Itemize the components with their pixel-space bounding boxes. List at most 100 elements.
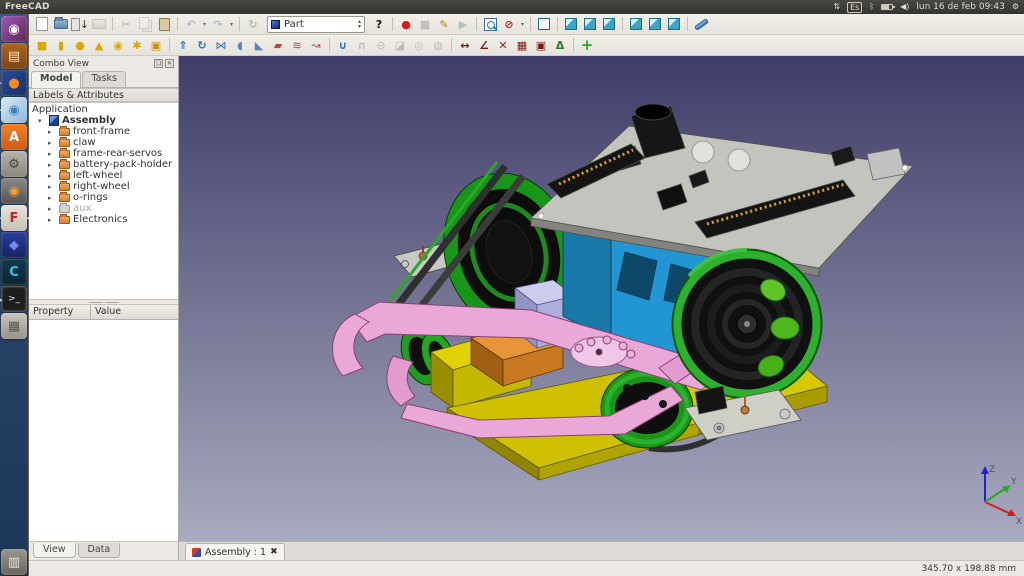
macro-play-button[interactable]: ▶ xyxy=(454,15,472,33)
workbench-selector[interactable]: Part ▴ ▾ xyxy=(267,16,365,33)
measure-angular-button[interactable]: ∠ xyxy=(475,36,493,54)
battery-icon[interactable] xyxy=(881,4,893,10)
launcher-item-dash[interactable]: ◉ xyxy=(1,16,27,42)
open-document-button[interactable] xyxy=(52,15,70,33)
expand-arrow-icon[interactable]: ▾ xyxy=(38,117,46,125)
refresh-button[interactable]: ↻ xyxy=(244,15,262,33)
view-front-button[interactable] xyxy=(562,15,580,33)
launcher-item-freecad[interactable]: ▸ F ◂ xyxy=(1,205,27,231)
part-primitives-button[interactable]: ✱ xyxy=(128,36,146,54)
part-cone-button[interactable]: ▲ xyxy=(90,36,108,54)
part-fillet-button[interactable]: ◖ xyxy=(231,36,249,54)
tree-item-left-wheel[interactable]: ▸ left-wheel xyxy=(29,170,178,181)
add-item-button[interactable]: + xyxy=(578,36,596,54)
expand-arrow-icon[interactable]: ▸ xyxy=(48,161,56,169)
launcher-item-firefox[interactable]: ▸ ● xyxy=(1,70,27,96)
launcher-item-app-a[interactable]: A xyxy=(1,124,27,150)
keyboard-layout-indicator[interactable]: Es xyxy=(847,2,862,13)
expand-arrow-icon[interactable]: ▸ xyxy=(48,183,56,191)
print-button[interactable] xyxy=(90,15,108,33)
draw-style-dropdown[interactable]: ▾ xyxy=(519,21,526,28)
macro-stop-button[interactable]: ■ xyxy=(416,15,434,33)
part-mirror-button[interactable]: ⋈ xyxy=(212,36,230,54)
clock[interactable]: lun 16 de feb 09:43 xyxy=(916,2,1004,12)
part-sweep-button[interactable]: ↝ xyxy=(307,36,325,54)
tab-close-icon[interactable]: ✖ xyxy=(270,547,278,557)
measure-toggle-all-button[interactable]: ▦ xyxy=(513,36,531,54)
mdi-tab-assembly[interactable]: Assembly : 1 ✖ xyxy=(185,543,285,560)
measure-toggle-delta-button[interactable]: Δ xyxy=(551,36,569,54)
draw-style-button[interactable]: ⊘ xyxy=(500,15,518,33)
tab-tasks[interactable]: Tasks xyxy=(82,71,125,87)
whats-this-button[interactable]: ? xyxy=(370,15,388,33)
measure-toggle-3d-button[interactable]: ▣ xyxy=(532,36,550,54)
part-shape-builder-button[interactable]: ▣ xyxy=(147,36,165,54)
part-thickness-button[interactable]: ◍ xyxy=(429,36,447,54)
expand-arrow-icon[interactable]: ▸ xyxy=(48,128,56,136)
expand-arrow-icon[interactable]: ▸ xyxy=(48,205,56,213)
view-top-button[interactable] xyxy=(581,15,599,33)
tree-item-o-rings[interactable]: ▸ o-rings xyxy=(29,192,178,203)
cut-button[interactable]: ✂ xyxy=(117,15,135,33)
view-right-button[interactable] xyxy=(600,15,618,33)
part-loft-button[interactable]: ≋ xyxy=(288,36,306,54)
panel-close-button[interactable]: ✕ xyxy=(165,59,174,68)
part-ruled-surface-button[interactable]: ▰ xyxy=(269,36,287,54)
launcher-item-terminal[interactable]: ▸ >_ xyxy=(1,286,27,312)
expand-arrow-icon[interactable]: ▸ xyxy=(48,150,56,158)
paste-button[interactable] xyxy=(155,15,173,33)
view-rear-button[interactable] xyxy=(627,15,645,33)
view-bottom-button[interactable] xyxy=(646,15,664,33)
macro-record-button[interactable]: ● xyxy=(397,15,415,33)
fit-all-button[interactable] xyxy=(481,15,499,33)
view-axonometric-button[interactable] xyxy=(535,15,553,33)
launcher-item-app-c[interactable]: C xyxy=(1,259,27,285)
expand-arrow-icon[interactable]: ▸ xyxy=(48,139,56,147)
undo-button[interactable]: ↶ xyxy=(182,15,200,33)
new-document-button[interactable] xyxy=(33,15,51,33)
tree-item-battery-pack-holder[interactable]: ▸ battery-pack-holder xyxy=(29,159,178,170)
spinner-arrows[interactable]: ▴ ▾ xyxy=(358,19,361,29)
column-value[interactable]: Value xyxy=(91,305,178,319)
redo-button[interactable]: ↷ xyxy=(209,15,227,33)
redo-dropdown[interactable]: ▾ xyxy=(228,21,235,28)
measurement-pen-button[interactable] xyxy=(692,15,710,33)
tree-item-claw[interactable]: ▸ claw xyxy=(29,137,178,148)
tree-item-frame-rear-servos[interactable]: ▸ frame-rear-servos xyxy=(29,148,178,159)
copy-button[interactable] xyxy=(136,15,154,33)
launcher-item-system-settings[interactable]: ⚙ xyxy=(1,151,27,177)
column-property[interactable]: Property xyxy=(29,305,91,319)
panel-undock-button[interactable]: ❏ xyxy=(154,59,163,68)
tree-item-aux[interactable]: ▸ aux xyxy=(29,203,178,214)
part-revolve-button[interactable]: ↻ xyxy=(193,36,211,54)
undo-dropdown[interactable]: ▾ xyxy=(201,21,208,28)
3d-viewport[interactable]: Z X Y xyxy=(179,56,1024,541)
part-common-button[interactable]: ∩ xyxy=(353,36,371,54)
view-left-button[interactable] xyxy=(665,15,683,33)
part-section-button[interactable]: ◪ xyxy=(391,36,409,54)
part-extrude-button[interactable]: ⇑ xyxy=(174,36,192,54)
launcher-item-files[interactable]: ▤ xyxy=(1,43,27,69)
part-box-button[interactable]: ■ xyxy=(33,36,51,54)
save-document-button[interactable]: ↓ xyxy=(71,15,89,33)
tree-item-right-wheel[interactable]: ▸ right-wheel xyxy=(29,181,178,192)
part-cut-button[interactable]: ⊖ xyxy=(372,36,390,54)
launcher-item-app-blue[interactable]: ◆ xyxy=(1,232,27,258)
tree-item-front-frame[interactable]: ▸ front-frame xyxy=(29,126,178,137)
tree-item-electronics[interactable]: ▸ Electronics xyxy=(29,214,178,225)
launcher-item-trash[interactable]: ▥ xyxy=(1,549,27,575)
tab-view[interactable]: View xyxy=(33,543,76,558)
expand-arrow-icon[interactable]: ▸ xyxy=(48,172,56,180)
part-cylinder-button[interactable]: ▮ xyxy=(52,36,70,54)
expand-arrow-icon[interactable]: ▸ xyxy=(48,194,56,202)
tab-model[interactable]: Model xyxy=(31,71,81,88)
part-chamfer-button[interactable]: ◣ xyxy=(250,36,268,54)
launcher-item-blender[interactable]: ◉ xyxy=(1,178,27,204)
macro-edit-button[interactable]: ✎ xyxy=(435,15,453,33)
part-sphere-button[interactable]: ● xyxy=(71,36,89,54)
bluetooth-icon[interactable]: ᛒ xyxy=(869,2,874,12)
tree-root-application[interactable]: Application xyxy=(29,104,178,115)
part-union-button[interactable]: ∪ xyxy=(334,36,352,54)
expand-arrow-icon[interactable]: ▸ xyxy=(48,216,56,224)
launcher-item-chromium[interactable]: ▸ ◉ xyxy=(1,97,27,123)
